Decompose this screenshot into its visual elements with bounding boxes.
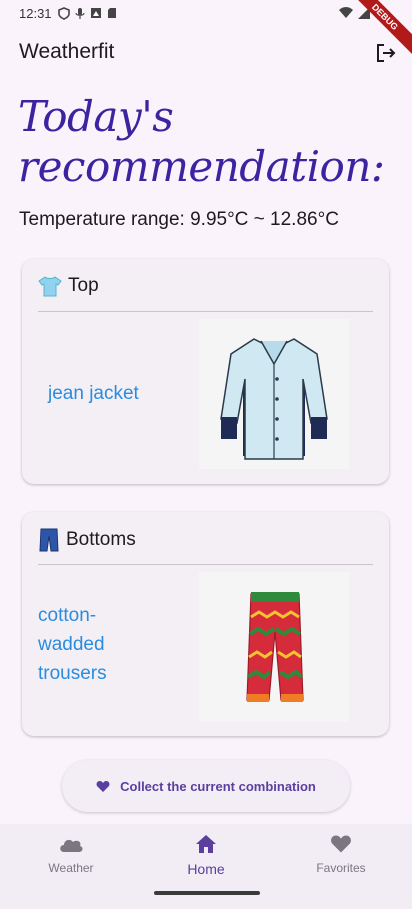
heart-icon	[96, 780, 110, 792]
logout-icon	[377, 44, 396, 62]
recommendation-headline: Today's recommendation:	[18, 92, 388, 192]
bottoms-item-line-2: wadded	[38, 634, 105, 655]
nav-home-label: Home	[187, 861, 225, 877]
status-system-icons	[339, 7, 370, 19]
bottoms-card-title: Bottoms	[66, 529, 136, 550]
top-card-title: Top	[68, 275, 99, 296]
jeans-icon	[39, 528, 59, 552]
headline-line-1: Today's	[18, 92, 174, 141]
top-item-link[interactable]: jean jacket	[48, 379, 139, 408]
bottoms-item-image[interactable]	[199, 572, 349, 722]
bottom-navigation: Weather Home Favorites	[0, 824, 412, 909]
wifi-icon	[339, 7, 353, 18]
nav-weather-label: Weather	[48, 861, 94, 875]
t-shirt-icon	[38, 276, 62, 297]
home-indicator[interactable]	[154, 891, 260, 895]
headline-line-2: recommendation:	[18, 142, 385, 191]
cotton-trousers-image	[246, 592, 304, 702]
nav-item-home[interactable]: Home	[156, 834, 256, 877]
bottoms-item-line-1: cotton-	[38, 605, 97, 626]
top-card-header: Top	[38, 275, 99, 297]
home-icon	[196, 835, 216, 853]
collect-combination-button[interactable]: Collect the current combination	[62, 760, 350, 812]
app-title: Weatherfit	[19, 40, 115, 63]
nav-favorites-label: Favorites	[316, 861, 366, 875]
card-divider	[38, 311, 373, 312]
cloud-icon	[60, 839, 83, 852]
photo-icon	[91, 8, 101, 18]
nav-item-favorites[interactable]: Favorites	[291, 834, 391, 875]
sd-card-icon	[108, 8, 116, 18]
bottoms-item-link[interactable]: cotton- wadded trousers	[38, 601, 107, 688]
bottoms-item-line-3: trousers	[38, 663, 107, 684]
shield-icon	[58, 7, 70, 20]
temperature-range: Temperature range: 9.95°C ~ 12.86°C	[19, 209, 339, 230]
jean-jacket-image	[220, 338, 328, 460]
bottoms-card: Bottoms cotton- wadded trousers	[22, 512, 389, 736]
status-time: 12:31	[19, 6, 52, 21]
heart-icon	[331, 835, 351, 853]
nav-item-weather[interactable]: Weather	[21, 834, 121, 875]
bottoms-card-header: Bottoms	[38, 528, 136, 552]
status-notification-icons	[58, 7, 117, 20]
logout-button[interactable]	[374, 41, 398, 65]
status-bar: 12:31 DEBUG	[0, 0, 412, 61]
mic-icon	[75, 8, 85, 19]
top-item-image[interactable]	[199, 319, 349, 469]
top-card: Top jean jacket	[22, 259, 389, 484]
card-divider	[38, 564, 373, 565]
collect-button-label: Collect the current combination	[120, 778, 316, 794]
